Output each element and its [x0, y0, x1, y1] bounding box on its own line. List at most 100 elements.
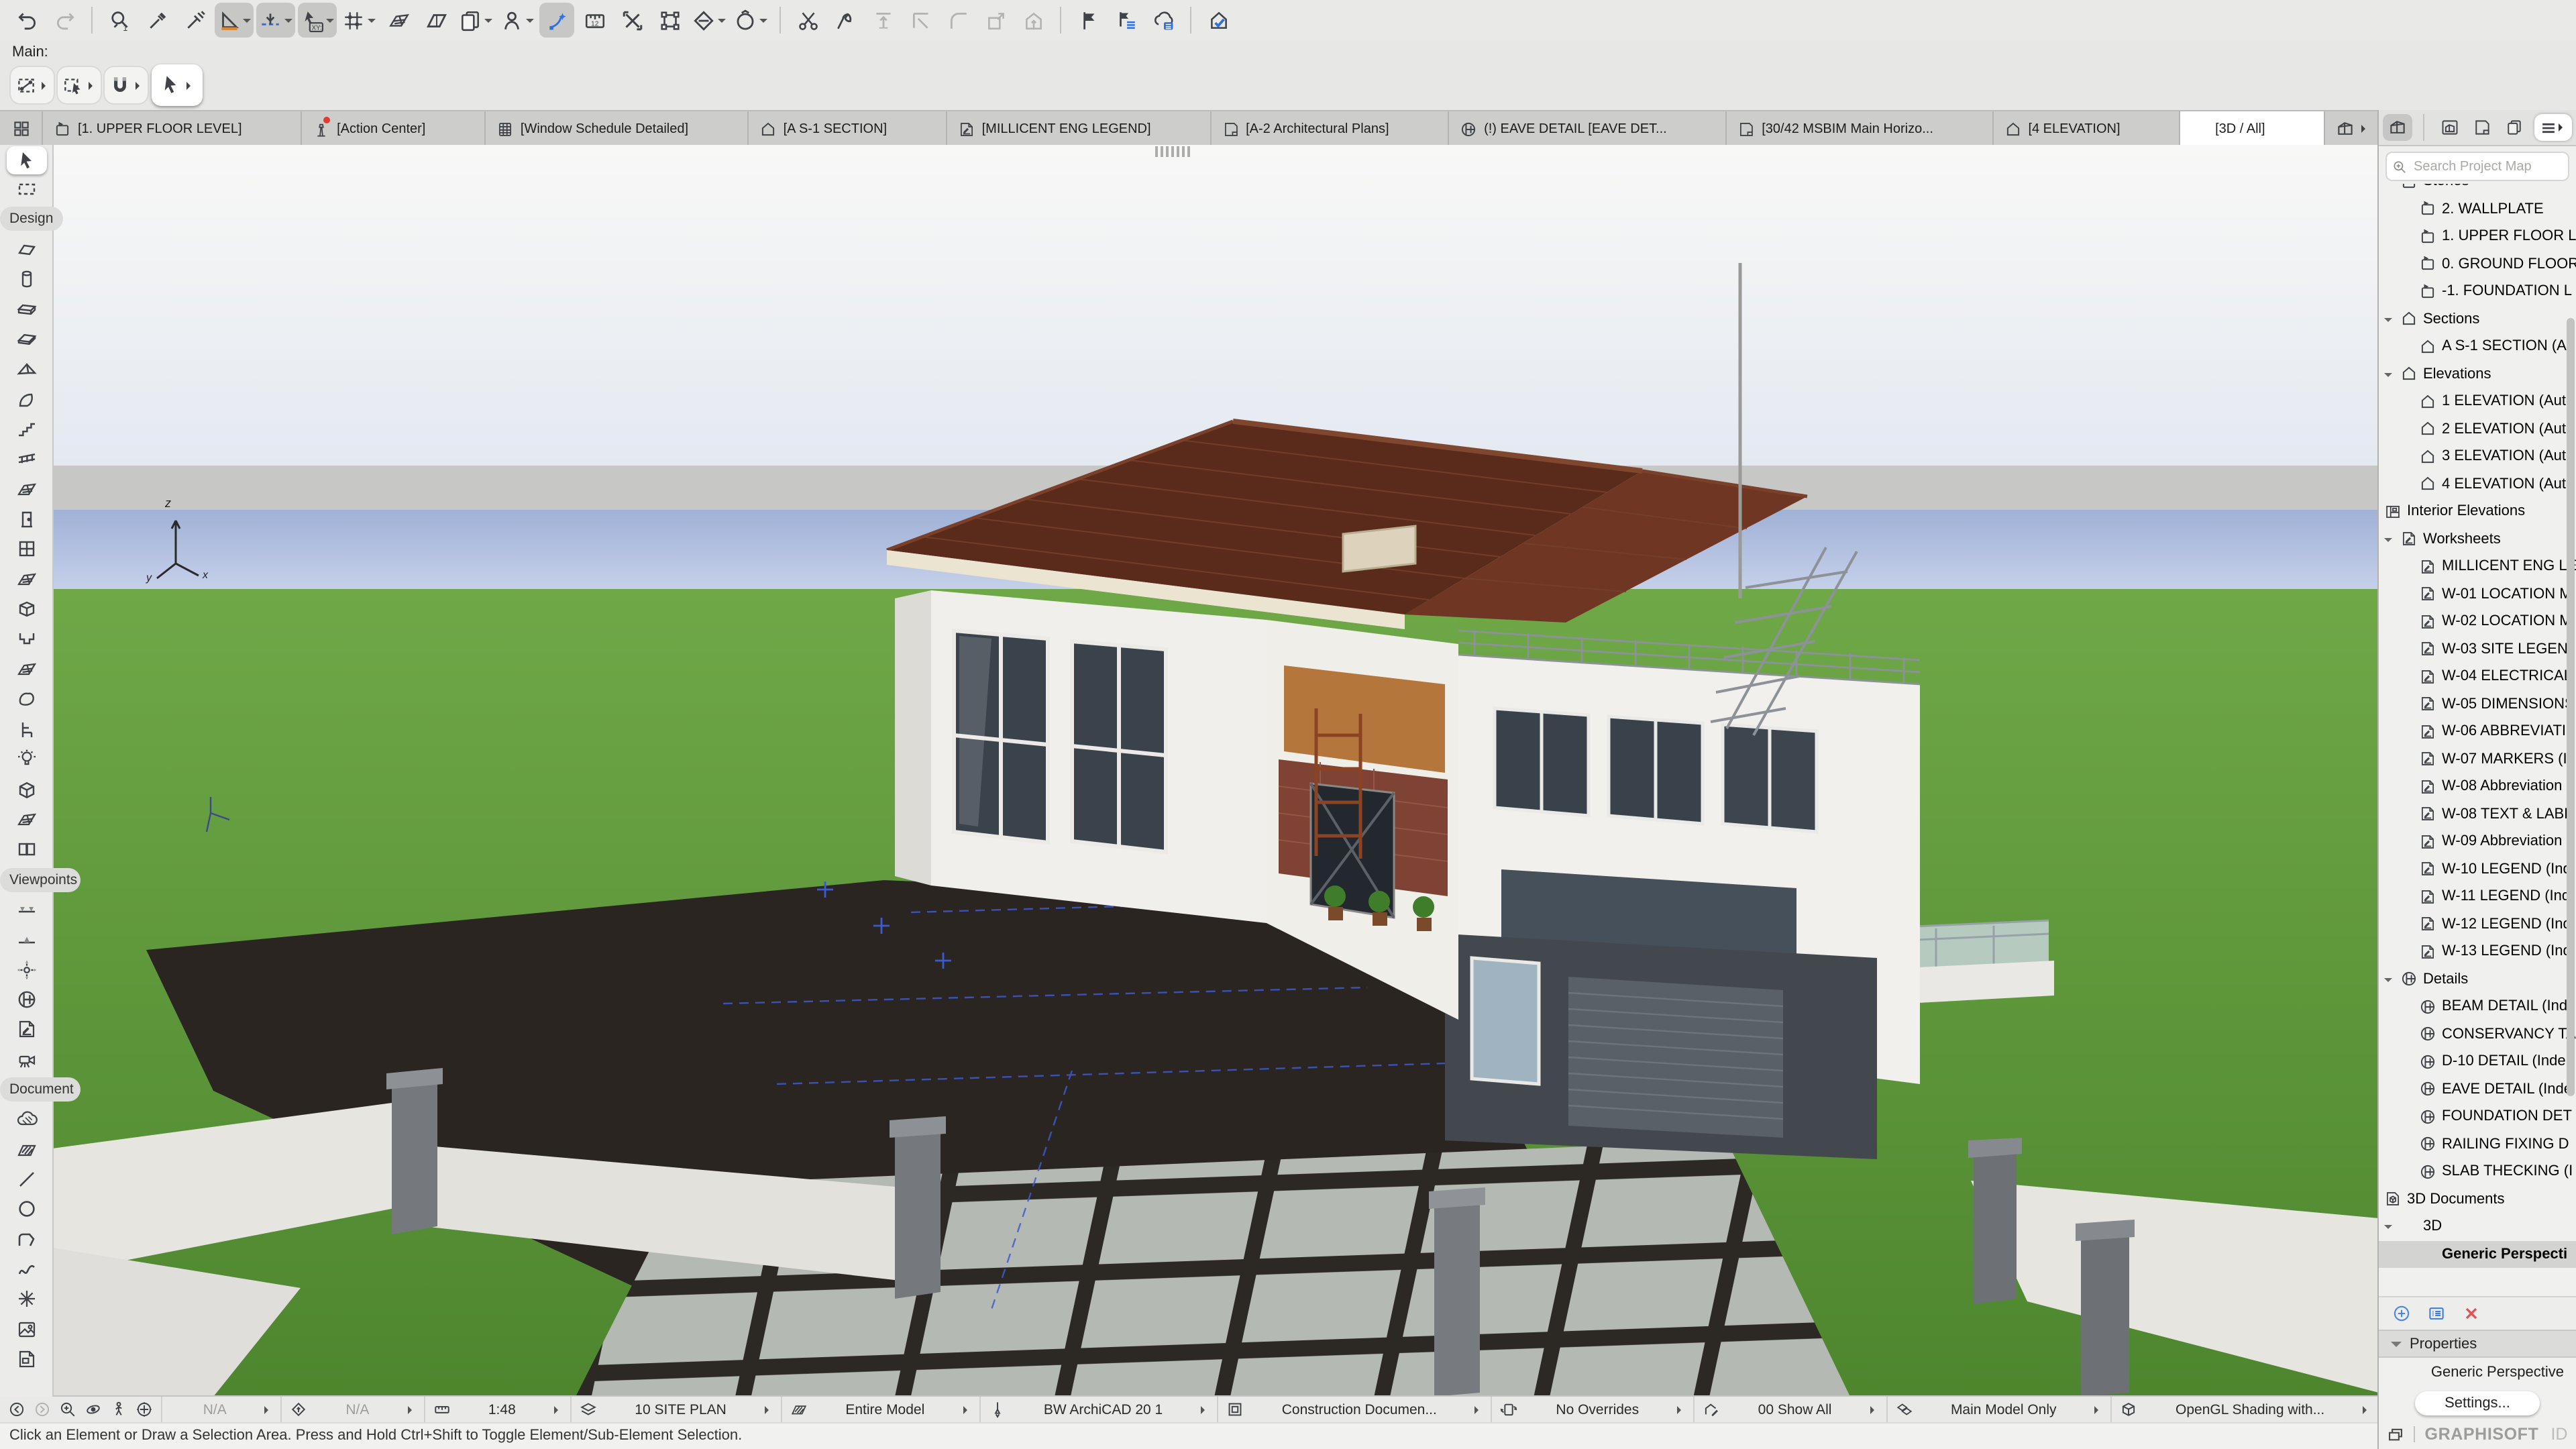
tree-ws-w08a[interactable]: W-08 Abbreviation [2379, 773, 2576, 800]
tree-det-beam[interactable]: BEAM DETAIL (Ind [2379, 993, 2576, 1020]
spline-tool[interactable] [0, 1254, 52, 1285]
tree-ws-w07[interactable]: W-07 MARKERS (In [2379, 745, 2576, 773]
mesh-tool[interactable] [0, 655, 52, 685]
tree-story-2[interactable]: 2. WALLPLATE [2379, 195, 2576, 223]
graphisoft-brand[interactable]: GRAPHISOFT [2425, 1425, 2539, 1444]
tree-ws-w09[interactable]: W-09 Abbreviation [2379, 828, 2576, 855]
wall-tool[interactable] [0, 234, 52, 264]
opening-tool[interactable] [0, 594, 52, 625]
beam-tool[interactable] [0, 294, 52, 324]
view-map-button[interactable] [2435, 114, 2465, 141]
cutaway-3d-button[interactable] [690, 3, 729, 38]
tree-3d-documents[interactable]: 3D Documents [2379, 1185, 2576, 1213]
quantity-takeoff-button[interactable] [1146, 3, 1181, 38]
find-select-button[interactable] [102, 3, 137, 38]
search-box[interactable] [2385, 152, 2569, 181]
curtain-grid-tool[interactable] [0, 805, 52, 835]
properties-header[interactable]: Properties [2379, 1330, 2576, 1358]
skylight-tool[interactable] [0, 564, 52, 594]
expand-chevron[interactable] [2384, 534, 2395, 545]
hatch-tool[interactable] [0, 1134, 52, 1165]
snap-grid-toggle[interactable] [339, 3, 378, 38]
snap-guides-toggle[interactable] [256, 3, 295, 38]
mark-up-tools-button[interactable] [1108, 3, 1143, 38]
elevation-tool[interactable] [0, 924, 52, 955]
group-button[interactable] [652, 3, 687, 38]
layout-book-button[interactable] [2467, 114, 2497, 141]
new-tab-button[interactable] [2325, 111, 2379, 146]
roof-tool[interactable] [0, 354, 52, 384]
tab-overview-button[interactable] [0, 111, 43, 146]
elevate-button[interactable] [1016, 3, 1051, 38]
expand-chevron[interactable] [2384, 1222, 2395, 1232]
mark-up-button[interactable] [1071, 3, 1106, 38]
tab-action-center[interactable]: [Action Center] [302, 111, 486, 146]
check-model-button[interactable] [1201, 3, 1236, 38]
section-tool[interactable] [0, 894, 52, 924]
inject-parameters-button[interactable] [177, 3, 212, 38]
arrow-tool-button[interactable] [152, 64, 203, 106]
tree-ws-w01[interactable]: W-01 LOCATION M [2379, 580, 2576, 608]
layer-selector[interactable]: 10 SITE PLAN [570, 1397, 781, 1423]
hotspot-tool[interactable] [0, 1285, 52, 1315]
tree-ws-w13[interactable]: W-13 LEGEND (Ind [2379, 938, 2576, 965]
tree-det-d10[interactable]: D-10 DETAIL (Inde [2379, 1048, 2576, 1075]
tree-ws-w04[interactable]: W-04 ELECTRICAL [2379, 663, 2576, 690]
tree-det-eave[interactable]: EAVE DETAIL (Inde [2379, 1075, 2576, 1103]
zoom-in-button[interactable] [56, 1401, 79, 1419]
position-status[interactable]: N/A [281, 1397, 424, 1423]
tab-upper-floor[interactable]: [1. UPPER FLOOR LEVEL] [43, 111, 302, 146]
tab-eave-detail[interactable]: (!) EAVE DETAIL [EAVE DET... [1449, 111, 1727, 146]
editing-plane-button[interactable] [419, 3, 453, 38]
trim-button[interactable] [903, 3, 938, 38]
publisher-button[interactable] [2500, 114, 2529, 141]
model-view-options-selector[interactable]: 00 Show All [1693, 1397, 1886, 1423]
adjust-button[interactable] [828, 3, 863, 38]
lamp-tool[interactable] [0, 745, 52, 775]
tree-3d[interactable]: 3D [2379, 1213, 2576, 1240]
delete-viewpoint-button[interactable] [2462, 1304, 2481, 1323]
slab-tool[interactable] [0, 324, 52, 354]
tree-ws-w06[interactable]: W-06 ABBREVIATI [2379, 718, 2576, 745]
tree-elev-4[interactable]: 4 ELEVATION (Auto [2379, 470, 2576, 498]
interior-elevation-tool[interactable] [0, 955, 52, 985]
tab-millicent-legend[interactable]: [MILLICENT ENG LEGEND] [947, 111, 1211, 146]
tree-interior-elevations[interactable]: Interior Elevations [2379, 498, 2576, 525]
expand-chevron[interactable] [2384, 369, 2395, 380]
tree-ws-w12[interactable]: W-12 LEGEND (Ind [2379, 910, 2576, 938]
fit-in-window-button[interactable] [133, 1401, 156, 1419]
tree-ws-w05[interactable]: W-05 DIMENSIONS [2379, 690, 2576, 718]
renovation-filter-selector[interactable]: Main Model Only [1886, 1397, 2110, 1423]
figure-tool[interactable] [0, 1314, 52, 1344]
tree-elev-1[interactable]: 1 ELEVATION (Auto [2379, 388, 2576, 415]
tree-worksheets[interactable]: Worksheets [2379, 525, 2576, 553]
tree-story-1[interactable]: 1. UPPER FLOOR L [2379, 223, 2576, 250]
tree-det-foundation[interactable]: FOUNDATION DET [2379, 1103, 2576, 1130]
line-tool[interactable] [0, 1164, 52, 1194]
shell-tool[interactable] [0, 384, 52, 415]
window-tool[interactable] [0, 535, 52, 565]
object-tool[interactable] [0, 714, 52, 745]
tree-ws-w02[interactable]: W-02 LOCATION M [2379, 608, 2576, 635]
tree-story-m1[interactable]: -1. FOUNDATION L [2379, 278, 2576, 305]
render-mode-selector[interactable]: OpenGL Shading with... [2110, 1397, 2379, 1423]
detail-tool[interactable] [0, 985, 52, 1015]
graphic-override-selector[interactable]: No Overrides [1491, 1397, 1693, 1423]
favorites-button[interactable] [498, 3, 537, 38]
marquee-tool[interactable] [0, 174, 52, 205]
fillet-button[interactable] [941, 3, 975, 38]
tree-det-slab[interactable]: SLAB THECKING (I [2379, 1158, 2576, 1185]
orbit-mode-button[interactable] [731, 3, 770, 38]
camera-tool[interactable] [0, 1044, 52, 1075]
tree-det-railing[interactable]: RAILING FIXING D [2379, 1130, 2576, 1158]
morph-tool[interactable] [0, 685, 52, 715]
structure-display-selector[interactable]: Entire Model [781, 1397, 979, 1423]
expand-chevron[interactable] [2384, 184, 2395, 187]
stretch-button[interactable] [614, 3, 649, 38]
go-back-button[interactable] [5, 1401, 28, 1419]
tab-3d-all[interactable]: [3D / All] [2180, 111, 2325, 146]
wall-end-tool[interactable] [0, 625, 52, 655]
tree-ws-w08b[interactable]: W-08 TEXT & LABE [2379, 800, 2576, 828]
tree-ws-w10[interactable]: W-10 LEGEND (Ind [2379, 855, 2576, 883]
tab-section[interactable]: [A S-1 SECTION] [749, 111, 947, 146]
